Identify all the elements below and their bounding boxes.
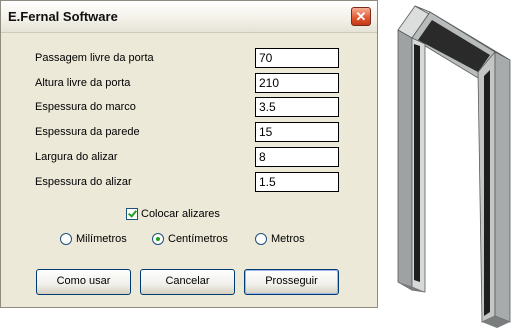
frame-left-jamb-side (397, 29, 413, 291)
frame-right-jamb-side (494, 51, 511, 323)
door-frame-illustration (397, 5, 511, 328)
frame-right-jamb-rebate (484, 70, 490, 316)
frame-left-jamb-rebate (414, 44, 420, 282)
